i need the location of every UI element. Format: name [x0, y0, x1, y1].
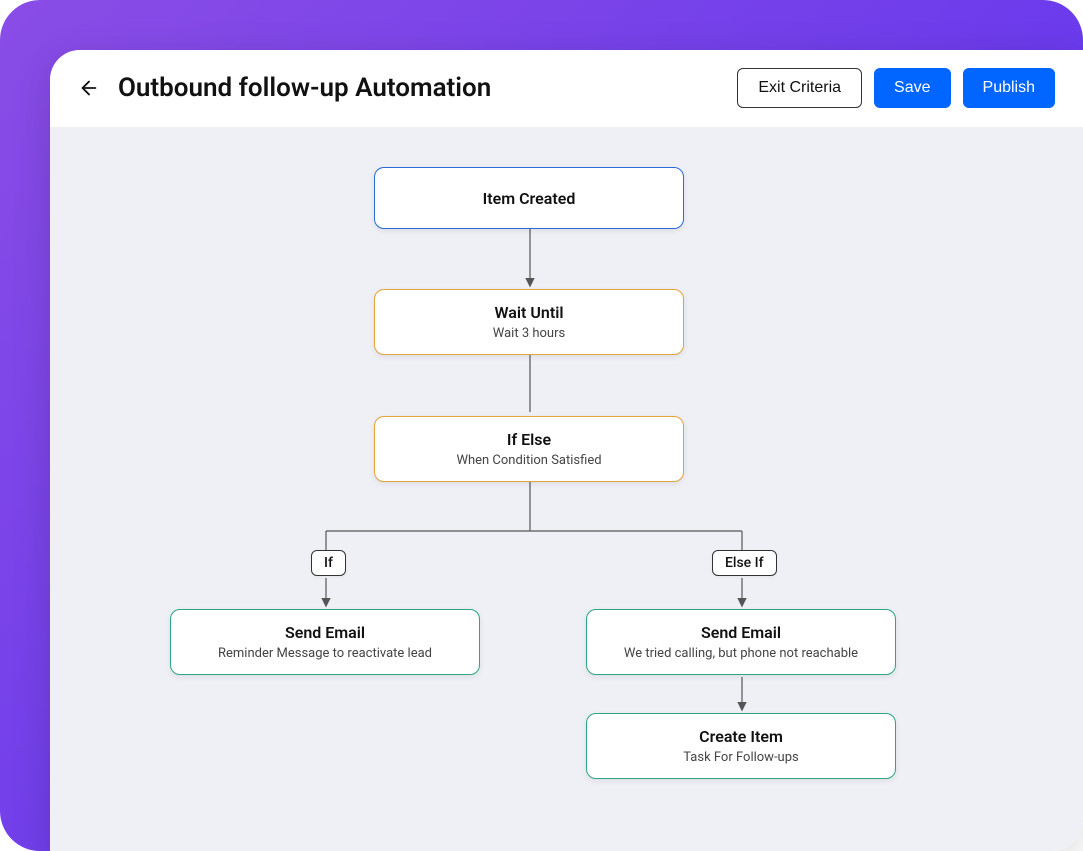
badge-label: If: [324, 555, 333, 571]
connectors: [50, 127, 1083, 851]
node-subtitle: Task For Follow-ups: [683, 750, 798, 765]
node-subtitle: Reminder Message to reactivate lead: [218, 646, 432, 661]
node-title: Send Email: [701, 623, 781, 642]
header-actions: Exit Criteria Save Publish: [737, 68, 1055, 108]
node-trigger-item-created[interactable]: Item Created: [374, 167, 684, 229]
node-title: Send Email: [285, 623, 365, 642]
page-title: Outbound follow-up Automation: [118, 73, 737, 103]
node-send-email-if[interactable]: Send Email Reminder Message to reactivat…: [170, 609, 480, 675]
node-title: If Else: [507, 430, 551, 449]
node-wait-until[interactable]: Wait Until Wait 3 hours: [374, 289, 684, 355]
header: Outbound follow-up Automation Exit Crite…: [50, 50, 1083, 127]
branch-badge-if[interactable]: If: [311, 550, 346, 576]
node-subtitle: We tried calling, but phone not reachabl…: [624, 646, 858, 661]
badge-label: Else If: [725, 555, 764, 571]
canvas[interactable]: Item Created Wait Until Wait 3 hours If …: [50, 127, 1083, 851]
node-subtitle: Wait 3 hours: [493, 326, 565, 341]
app-card: Outbound follow-up Automation Exit Crite…: [50, 50, 1083, 851]
publish-button[interactable]: Publish: [963, 68, 1055, 108]
node-title: Item Created: [483, 189, 576, 208]
exit-criteria-button[interactable]: Exit Criteria: [737, 68, 862, 108]
back-button[interactable]: [78, 77, 100, 99]
node-send-email-elseif[interactable]: Send Email We tried calling, but phone n…: [586, 609, 896, 675]
save-button[interactable]: Save: [874, 68, 950, 108]
node-create-item[interactable]: Create Item Task For Follow-ups: [586, 713, 896, 779]
node-title: Create Item: [699, 727, 783, 746]
branch-badge-else-if[interactable]: Else If: [712, 550, 777, 576]
node-subtitle: When Condition Satisfied: [456, 453, 601, 468]
arrow-left-icon: [78, 77, 100, 99]
node-title: Wait Until: [494, 303, 563, 322]
node-if-else[interactable]: If Else When Condition Satisfied: [374, 416, 684, 482]
outer-frame: Outbound follow-up Automation Exit Crite…: [0, 0, 1083, 851]
